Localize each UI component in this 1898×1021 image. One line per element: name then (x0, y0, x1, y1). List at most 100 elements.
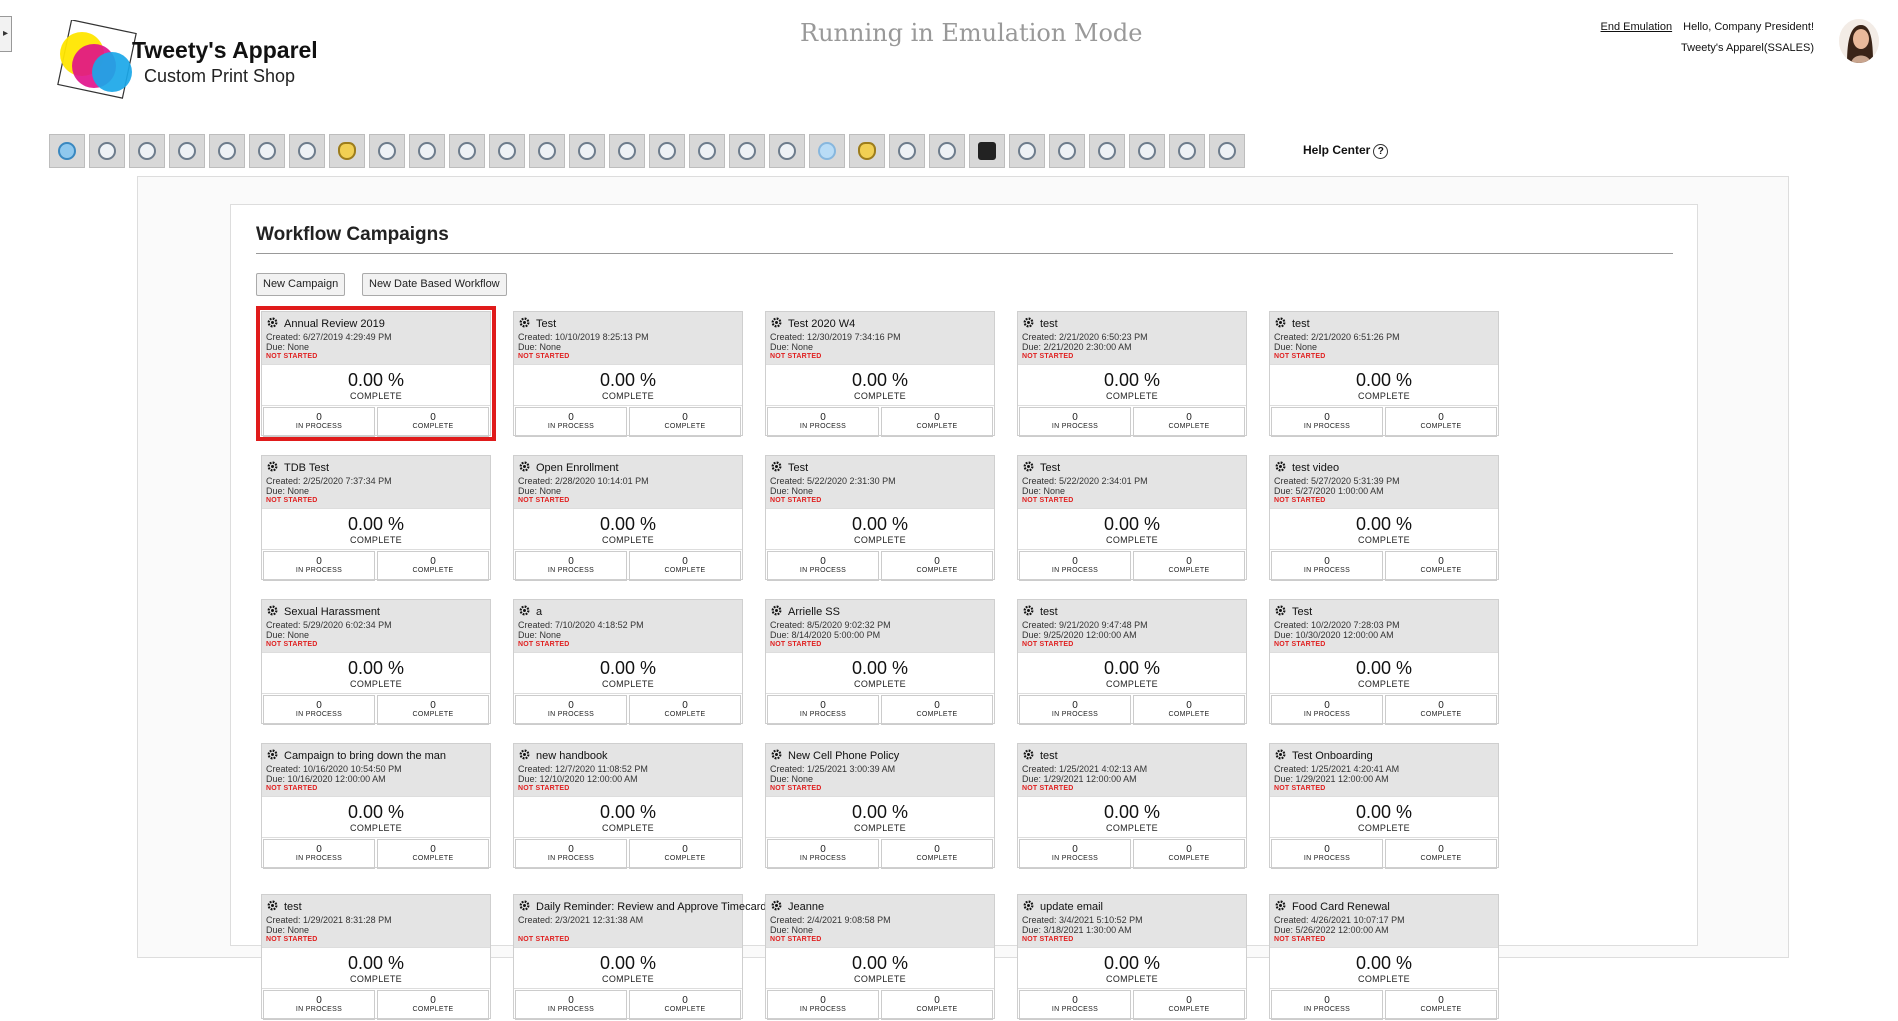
toolbar-button-group[interactable] (209, 134, 245, 168)
campaign-name[interactable]: TDB Test (284, 462, 329, 474)
in-process-count[interactable]: 0 IN PROCESS (263, 551, 375, 581)
gear-icon[interactable] (771, 605, 782, 616)
campaign-name[interactable]: Open Enrollment (536, 462, 619, 474)
in-process-count[interactable]: 0 IN PROCESS (515, 695, 627, 725)
complete-count[interactable]: 0 COMPLETE (1133, 839, 1245, 869)
gear-icon[interactable] (1023, 900, 1034, 911)
in-process-count[interactable]: 0 IN PROCESS (1271, 990, 1383, 1020)
toolbar-button-magnify-doc[interactable] (1049, 134, 1085, 168)
gear-icon[interactable] (267, 605, 278, 616)
complete-count[interactable]: 0 COMPLETE (1385, 407, 1497, 437)
complete-count[interactable]: 0 COMPLETE (377, 839, 489, 869)
campaign-name[interactable]: Test (1040, 462, 1060, 474)
campaign-card[interactable]: Daily Reminder: Review and Approve Timec… (513, 894, 772, 1020)
toolbar-button-award[interactable] (89, 134, 125, 168)
in-process-count[interactable]: 0 IN PROCESS (1271, 407, 1383, 437)
gear-icon[interactable] (771, 461, 782, 472)
sidebar-toggle-button[interactable]: ▸ (0, 16, 12, 52)
campaign-name[interactable]: test (1040, 750, 1058, 762)
campaign-card[interactable]: Test Created: 5/22/2020 2:31:30 PM Due: No… (765, 455, 995, 581)
in-process-count[interactable]: 0 IN PROCESS (1271, 551, 1383, 581)
complete-count[interactable]: 0 COMPLETE (377, 695, 489, 725)
campaign-name[interactable]: Daily Reminder: Review and Approve Timec… (536, 901, 772, 913)
campaign-card[interactable]: test Created: 2/21/2020 6:50:23 PM Due: 2/… (1017, 311, 1247, 437)
in-process-count[interactable]: 0 IN PROCESS (515, 407, 627, 437)
complete-count[interactable]: 0 COMPLETE (1385, 551, 1497, 581)
toolbar-button-search-x[interactable] (769, 134, 805, 168)
complete-count[interactable]: 0 COMPLETE (1133, 407, 1245, 437)
campaign-card[interactable]: Annual Review 2019 Created: 6/27/2019 4:2… (256, 306, 496, 441)
campaign-card[interactable]: Jeanne Created: 2/4/2021 9:08:58 PM Due: N… (765, 894, 995, 1020)
gear-icon[interactable] (771, 749, 782, 760)
gear-icon[interactable] (519, 749, 530, 760)
in-process-count[interactable]: 0 IN PROCESS (767, 695, 879, 725)
campaign-card[interactable]: Test Created: 10/10/2019 8:25:13 PM Due: N… (513, 311, 743, 437)
campaign-name[interactable]: a (536, 606, 542, 618)
gear-icon[interactable] (519, 605, 530, 616)
toolbar-button-coins[interactable] (929, 134, 965, 168)
gear-icon[interactable] (1275, 605, 1286, 616)
complete-count[interactable]: 0 COMPLETE (1385, 839, 1497, 869)
campaign-name[interactable]: test (1292, 318, 1310, 330)
campaign-card[interactable]: Food Card Renewal Created: 4/26/2021 10:0… (1269, 894, 1499, 1020)
campaign-card[interactable]: Open Enrollment Created: 2/28/2020 10:14:… (513, 455, 743, 581)
toolbar-button-target[interactable] (409, 134, 445, 168)
campaign-card[interactable]: Test Created: 10/2/2020 7:28:03 PM Due: 10… (1269, 599, 1499, 725)
toolbar-button-globe[interactable] (809, 134, 845, 168)
toolbar-button-target[interactable] (449, 134, 485, 168)
toolbar-button-transfer[interactable] (729, 134, 765, 168)
complete-count[interactable]: 0 COMPLETE (881, 551, 993, 581)
campaign-name[interactable]: Test 2020 W4 (788, 318, 855, 330)
complete-count[interactable]: 0 COMPLETE (377, 990, 489, 1020)
campaign-card[interactable]: test Created: 9/21/2020 9:47:48 PM Due: 9/… (1017, 599, 1247, 725)
in-process-count[interactable]: 0 IN PROCESS (263, 990, 375, 1020)
gear-icon[interactable] (771, 900, 782, 911)
campaign-card[interactable]: Test Onboarding Created: 1/25/2021 4:20:4… (1269, 743, 1499, 869)
gear-icon[interactable] (1023, 317, 1034, 328)
toolbar-button-shield[interactable] (1009, 134, 1045, 168)
campaign-card[interactable]: new handbook Created: 12/7/2020 11:08:52 … (513, 743, 743, 869)
complete-count[interactable]: 0 COMPLETE (629, 839, 741, 869)
in-process-count[interactable]: 0 IN PROCESS (1019, 990, 1131, 1020)
campaign-name[interactable]: test (1040, 318, 1058, 330)
toolbar-button-shield[interactable] (649, 134, 685, 168)
campaign-name[interactable]: Food Card Renewal (1292, 901, 1390, 913)
campaign-name[interactable]: Test (788, 462, 808, 474)
complete-count[interactable]: 0 COMPLETE (881, 407, 993, 437)
in-process-count[interactable]: 0 IN PROCESS (767, 407, 879, 437)
in-process-count[interactable]: 0 IN PROCESS (263, 695, 375, 725)
campaign-name[interactable]: Test Onboarding (1292, 750, 1373, 762)
campaign-name[interactable]: Sexual Harassment (284, 606, 380, 618)
campaign-card[interactable]: a Created: 7/10/2020 4:18:52 PM Due: None N… (513, 599, 743, 725)
gear-icon[interactable] (267, 317, 278, 328)
gear-icon[interactable] (1023, 461, 1034, 472)
in-process-count[interactable]: 0 IN PROCESS (1271, 695, 1383, 725)
gear-icon[interactable] (1275, 317, 1286, 328)
complete-count[interactable]: 0 COMPLETE (1133, 990, 1245, 1020)
gear-icon[interactable] (267, 900, 278, 911)
complete-count[interactable]: 0 COMPLETE (629, 551, 741, 581)
campaign-name[interactable]: Campaign to bring down the man (284, 750, 446, 762)
in-process-count[interactable]: 0 IN PROCESS (263, 839, 375, 869)
campaign-name[interactable]: New Cell Phone Policy (788, 750, 899, 762)
complete-count[interactable]: 0 COMPLETE (629, 695, 741, 725)
campaign-card[interactable]: Arrielle SS Created: 8/5/2020 9:02:32 PM D… (765, 599, 995, 725)
in-process-count[interactable]: 0 IN PROCESS (767, 990, 879, 1020)
gear-icon[interactable] (519, 900, 530, 911)
toolbar-button-document[interactable] (1129, 134, 1165, 168)
gear-icon[interactable] (1023, 605, 1034, 616)
toolbar-button-growth[interactable] (489, 134, 525, 168)
complete-count[interactable]: 0 COMPLETE (377, 551, 489, 581)
toolbar-button-search-people[interactable] (369, 134, 405, 168)
toolbar-button-handshake[interactable] (889, 134, 925, 168)
complete-count[interactable]: 0 COMPLETE (881, 695, 993, 725)
toolbar-button-id-card[interactable] (1089, 134, 1125, 168)
toolbar-button-handshake[interactable] (609, 134, 645, 168)
campaign-card[interactable]: test Created: 1/25/2021 4:02:13 AM Due: 1/… (1017, 743, 1247, 869)
toolbar-button-money-bag[interactable] (329, 134, 365, 168)
toolbar-button-money-bag[interactable] (849, 134, 885, 168)
campaign-name[interactable]: Test (536, 318, 556, 330)
gear-icon[interactable] (267, 749, 278, 760)
complete-count[interactable]: 0 COMPLETE (1385, 990, 1497, 1020)
in-process-count[interactable]: 0 IN PROCESS (767, 551, 879, 581)
